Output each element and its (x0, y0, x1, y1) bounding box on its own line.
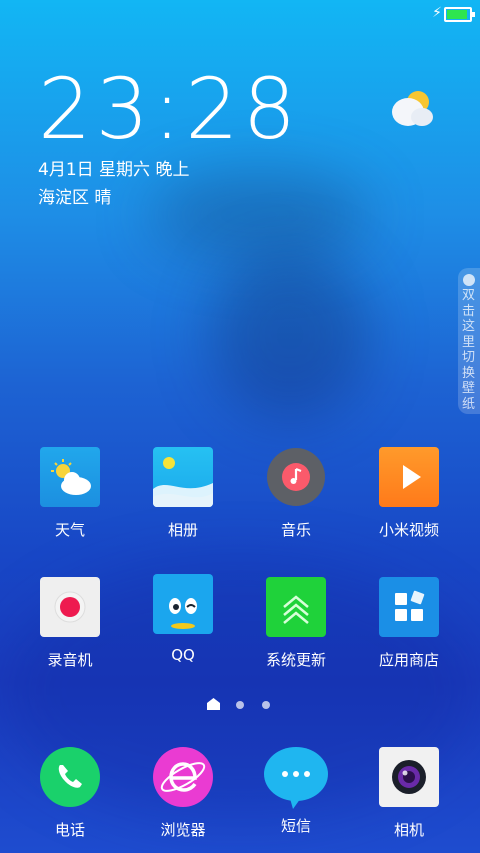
music-icon (266, 447, 326, 507)
app-music[interactable]: 音乐 (246, 447, 346, 540)
app-label: 音乐 (280, 521, 311, 539)
location-weather: 海淀区 晴 (38, 188, 112, 208)
home-page-icon[interactable] (207, 698, 220, 710)
battery-icon (444, 7, 475, 22)
page-dot[interactable] (262, 701, 270, 709)
app-qq[interactable]: QQ (133, 574, 233, 664)
app-video[interactable]: 小米视频 (359, 447, 459, 540)
app-browser[interactable]: 浏览器 (133, 747, 233, 840)
app-label: 天气 (54, 521, 85, 539)
camera-icon (379, 747, 439, 807)
partly-cloudy-icon[interactable] (388, 86, 436, 130)
messages-icon (263, 747, 329, 809)
bolt-icon: ⚡ (432, 5, 442, 21)
weather-icon (40, 447, 100, 507)
gallery-icon (153, 447, 213, 507)
browser-icon (153, 747, 213, 807)
app-camera[interactable]: 相机 (359, 747, 459, 840)
app-label: 短信 (280, 817, 311, 835)
app-messages[interactable]: 短信 (246, 747, 346, 836)
app-store-icon (379, 577, 439, 637)
app-store[interactable]: 应用商店 (359, 577, 459, 670)
app-label: 系统更新 (265, 651, 326, 669)
app-phone[interactable]: 电话 (20, 747, 120, 840)
update-icon (266, 577, 326, 637)
wallpaper-shape (150, 170, 370, 260)
app-label: 电话 (54, 821, 85, 839)
check-circle-icon (463, 274, 475, 286)
app-label: 应用商店 (378, 651, 439, 669)
clock-date: 4月1日 星期六 晚上 (38, 160, 190, 180)
qq-icon (153, 574, 213, 634)
app-label: QQ (171, 646, 195, 664)
video-icon (379, 447, 439, 507)
recorder-icon (40, 577, 100, 637)
app-label: 小米视频 (378, 521, 439, 539)
wallpaper-shape (210, 250, 370, 420)
wallpaper-switch-label: 双击这里切换壁纸 (462, 288, 476, 412)
app-weather[interactable]: 天气 (20, 447, 120, 540)
app-label: 录音机 (47, 651, 93, 669)
status-bar: ⚡ (0, 0, 480, 28)
app-label: 相机 (393, 821, 424, 839)
wallpaper-switch-tab[interactable]: 双击这里切换壁纸 (458, 268, 480, 414)
page-dot[interactable] (236, 701, 244, 709)
phone-icon (40, 747, 100, 807)
app-label: 相册 (167, 521, 198, 539)
clock-time[interactable]: 23:28 (38, 64, 300, 154)
app-recorder[interactable]: 录音机 (20, 577, 120, 670)
page-indicator[interactable] (0, 698, 480, 712)
app-system-update[interactable]: 系统更新 (246, 577, 346, 670)
app-gallery[interactable]: 相册 (133, 447, 233, 540)
app-label: 浏览器 (160, 821, 206, 839)
